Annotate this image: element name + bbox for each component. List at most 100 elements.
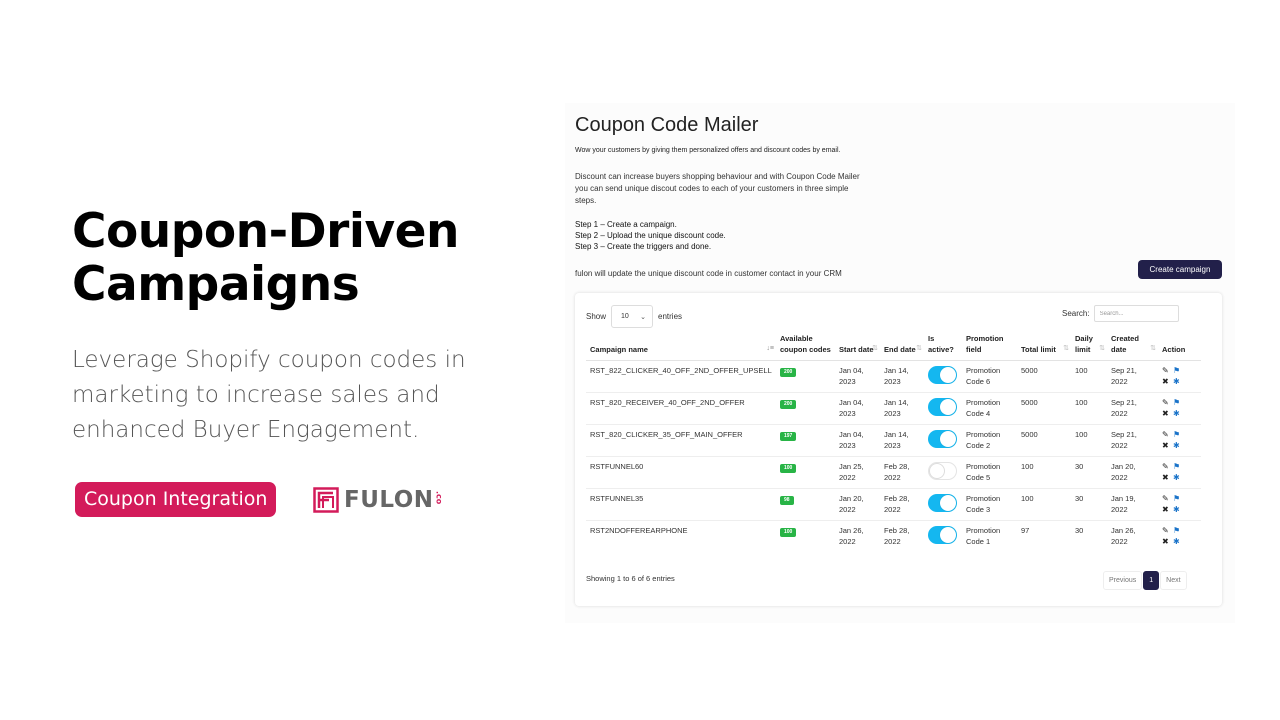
tag-icon[interactable]: ⚑ — [1173, 462, 1184, 472]
edit-icon[interactable]: ✎ — [1162, 398, 1173, 408]
column-header-is-active: Is active? — [924, 333, 962, 361]
start-date-cell: Jan 20, 2022 — [835, 488, 880, 521]
created-date-cell: Sep 21, 2022 — [1107, 360, 1158, 393]
tag-icon[interactable]: ⚑ — [1173, 398, 1184, 408]
daily-limit-cell: 30 — [1071, 488, 1107, 521]
bug-icon[interactable]: ✱ — [1173, 537, 1184, 547]
tag-icon[interactable]: ⚑ — [1173, 494, 1184, 504]
column-header-campaign-name[interactable]: Campaign name ↓≡ — [586, 333, 776, 361]
table-row: RST2NDOFFEREARPHONE 100 Jan 26, 2022 Feb… — [586, 521, 1201, 553]
create-campaign-button[interactable]: Create campaign — [1138, 260, 1222, 279]
step-1: Step 1 – Create a campaign. — [575, 220, 677, 229]
tag-icon[interactable]: ⚑ — [1173, 526, 1184, 536]
campaign-name-cell: RST_822_CLICKER_40_OFF_2ND_OFFER_UPSELL — [586, 360, 776, 393]
edit-icon[interactable]: ✎ — [1162, 366, 1173, 376]
column-label: Campaign name — [590, 345, 648, 354]
column-header-end-date[interactable]: End date ⇅ — [880, 333, 924, 361]
delete-icon[interactable]: ✖ — [1162, 537, 1173, 547]
campaigns-table-card: Show 10 ⌄ entries Search: Campaign name ↓… — [575, 293, 1222, 606]
step-3: Step 3 – Create the triggers and done. — [575, 242, 712, 251]
delete-icon[interactable]: ✖ — [1162, 409, 1173, 419]
available-codes-badge: 200 — [780, 368, 797, 377]
logo-suffix: .co — [434, 491, 444, 505]
fulon-logo: FULON .co — [313, 487, 444, 513]
active-toggle[interactable] — [928, 398, 957, 416]
delete-icon[interactable]: ✖ — [1162, 473, 1173, 483]
active-toggle[interactable] — [928, 494, 957, 512]
bug-icon[interactable]: ✱ — [1173, 409, 1184, 419]
bug-icon[interactable]: ✱ — [1173, 377, 1184, 387]
created-date-cell: Sep 21, 2022 — [1107, 392, 1158, 425]
promotion-field-cell: Promotion Code 5 — [962, 456, 1017, 489]
sort-icon: ⇅ — [872, 345, 878, 352]
action-cell: ✎ ⚑ ✖ ✱ — [1158, 456, 1201, 489]
active-cell — [924, 424, 962, 457]
available-codes-cell: 197 — [776, 424, 835, 457]
active-toggle[interactable] — [928, 462, 957, 480]
available-codes-cell: 100 — [776, 456, 835, 489]
available-codes-badge: 98 — [780, 496, 794, 505]
edit-icon[interactable]: ✎ — [1162, 494, 1173, 504]
bug-icon[interactable]: ✱ — [1173, 441, 1184, 451]
created-date-cell: Jan 19, 2022 — [1107, 488, 1158, 521]
column-header-created-date[interactable]: Created date ⇅ — [1107, 333, 1158, 361]
bug-icon[interactable]: ✱ — [1173, 505, 1184, 515]
app-screenshot: Coupon Code Mailer Wow your customers by… — [565, 103, 1235, 623]
page-subtitle: Wow your customers by giving them person… — [575, 147, 841, 154]
column-header-start-date[interactable]: Start date ⇅ — [835, 333, 880, 361]
edit-icon[interactable]: ✎ — [1162, 462, 1173, 472]
edit-icon[interactable]: ✎ — [1162, 430, 1173, 440]
page-title: Coupon Code Mailer — [575, 114, 759, 136]
delete-icon[interactable]: ✖ — [1162, 505, 1173, 515]
column-header-total-limit[interactable]: Total limit ⇅ — [1017, 333, 1071, 361]
hero-title-line-1: Coupon-Driven — [72, 204, 459, 259]
column-header-daily-limit[interactable]: Daily limit ⇅ — [1071, 333, 1107, 361]
table-row: RST_820_RECEIVER_40_OFF_2ND_OFFER 200 Ja… — [586, 392, 1201, 425]
page-length-value: 10 — [621, 313, 629, 320]
total-limit-cell: 97 — [1021, 526, 1030, 535]
end-date-cell: Feb 28, 2022 — [880, 456, 924, 489]
search-input[interactable] — [1093, 305, 1179, 322]
end-date-cell: Jan 14, 2023 — [880, 392, 924, 425]
active-toggle[interactable] — [928, 430, 957, 448]
tag-icon[interactable]: ⚑ — [1173, 366, 1184, 376]
campaign-name-cell: RSTFUNNEL35 — [586, 488, 776, 521]
daily-limit-cell: 30 — [1071, 456, 1107, 489]
start-date-cell: Jan 04, 2023 — [835, 424, 880, 457]
active-toggle[interactable] — [928, 366, 957, 384]
logo-text: FULON — [344, 487, 434, 513]
next-page-button[interactable]: Next — [1160, 571, 1187, 590]
edit-icon[interactable]: ✎ — [1162, 526, 1173, 536]
tag-icon[interactable]: ⚑ — [1173, 430, 1184, 440]
table-row: RSTFUNNEL60 100 Jan 25, 2022 Feb 28, 202… — [586, 456, 1201, 489]
column-header-promotion-field: Promotion field — [962, 333, 1017, 361]
toggle-knob — [940, 495, 956, 511]
toggle-knob — [940, 527, 956, 543]
bug-icon[interactable]: ✱ — [1173, 473, 1184, 483]
sort-icon: ⇅ — [1099, 345, 1105, 352]
active-cell — [924, 488, 962, 521]
table-row: RST_820_CLICKER_35_OFF_MAIN_OFFER 197 Ja… — [586, 424, 1201, 457]
page-length-select[interactable]: 10 ⌄ — [611, 305, 654, 328]
toggle-knob — [940, 399, 956, 415]
active-toggle[interactable] — [928, 526, 957, 544]
search-control: Search: — [1062, 305, 1179, 322]
previous-page-button[interactable]: Previous — [1103, 571, 1143, 590]
table-info: Showing 1 to 6 of 6 entries — [586, 574, 675, 583]
page-1-button[interactable]: 1 — [1143, 571, 1160, 590]
hero-description: Leverage Shopify coupon codes in marketi… — [72, 347, 466, 443]
delete-icon[interactable]: ✖ — [1162, 377, 1173, 387]
daily-limit-cell: 30 — [1075, 526, 1084, 535]
delete-icon[interactable]: ✖ — [1162, 441, 1173, 451]
column-header-available-codes: Available coupon codes — [776, 333, 835, 361]
campaign-name-cell: RSTFUNNEL60 — [586, 456, 776, 489]
crm-note: fulon will update the unique discount co… — [575, 269, 842, 278]
column-label: Available coupon codes — [780, 334, 831, 354]
pagination: Previous 1 Next — [1103, 571, 1188, 590]
campaign-name-cell: RST2NDOFFEREARPHONE — [590, 526, 688, 535]
column-label: Total limit — [1021, 345, 1056, 354]
action-cell: ✎ ⚑ ✖ ✱ — [1158, 521, 1201, 553]
total-limit-cell: 5000 — [1017, 424, 1071, 457]
end-date-cell: Feb 28, 2022 — [884, 526, 910, 546]
column-label: Daily limit — [1075, 334, 1093, 354]
